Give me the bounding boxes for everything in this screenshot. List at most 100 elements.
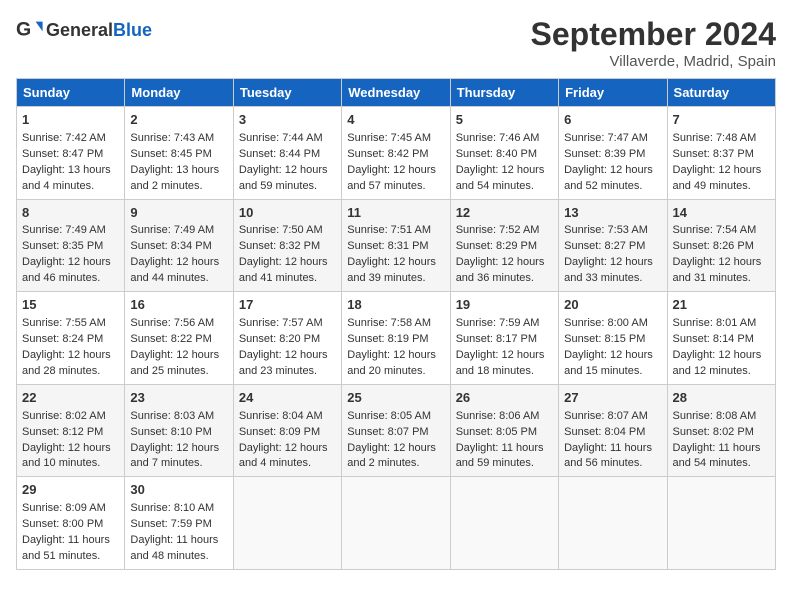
daylight: Daylight: 12 hours and 12 minutes. [673,349,762,377]
sunset: Sunset: 8:35 PM [22,240,103,252]
daylight: Daylight: 12 hours and 41 minutes. [239,256,328,284]
sunset: Sunset: 8:07 PM [347,426,428,438]
sunset: Sunset: 8:45 PM [130,148,211,160]
sunset: Sunset: 8:32 PM [239,240,320,252]
daylight: Daylight: 12 hours and 18 minutes. [456,349,545,377]
sunrise: Sunrise: 7:52 AM [456,224,540,236]
sunset: Sunset: 8:26 PM [673,240,754,252]
calendar-cell: 30 Sunrise: 8:10 AM Sunset: 7:59 PM Dayl… [125,477,233,570]
calendar-cell: 13 Sunrise: 7:53 AM Sunset: 8:27 PM Dayl… [559,199,667,292]
day-number: 25 [347,389,444,408]
day-number: 8 [22,204,119,223]
daylight: Daylight: 12 hours and 57 minutes. [347,164,436,192]
daylight: Daylight: 11 hours and 56 minutes. [564,442,652,470]
calendar-cell: 15 Sunrise: 7:55 AM Sunset: 8:24 PM Dayl… [17,292,125,385]
daylight: Daylight: 12 hours and 23 minutes. [239,349,328,377]
page-header: G GeneralBlue September 2024 Villaverde,… [16,16,776,70]
sunset: Sunset: 8:22 PM [130,333,211,345]
sunset: Sunset: 8:17 PM [456,333,537,345]
daylight: Daylight: 12 hours and 33 minutes. [564,256,653,284]
calendar-cell [559,477,667,570]
daylight: Daylight: 11 hours and 48 minutes. [130,534,218,562]
daylight: Daylight: 12 hours and 10 minutes. [22,442,111,470]
calendar-week-3: 15 Sunrise: 7:55 AM Sunset: 8:24 PM Dayl… [17,292,776,385]
day-number: 24 [239,389,336,408]
day-number: 11 [347,204,444,223]
daylight: Daylight: 12 hours and 39 minutes. [347,256,436,284]
daylight: Daylight: 12 hours and 7 minutes. [130,442,219,470]
sunrise: Sunrise: 8:06 AM [456,410,540,422]
calendar-cell: 17 Sunrise: 7:57 AM Sunset: 8:20 PM Dayl… [233,292,341,385]
calendar-cell: 19 Sunrise: 7:59 AM Sunset: 8:17 PM Dayl… [450,292,558,385]
calendar-cell: 7 Sunrise: 7:48 AM Sunset: 8:37 PM Dayli… [667,107,775,200]
col-header-monday: Monday [125,79,233,107]
calendar-cell: 10 Sunrise: 7:50 AM Sunset: 8:32 PM Dayl… [233,199,341,292]
day-number: 28 [673,389,770,408]
calendar-cell: 18 Sunrise: 7:58 AM Sunset: 8:19 PM Dayl… [342,292,450,385]
day-number: 10 [239,204,336,223]
calendar-cell: 3 Sunrise: 7:44 AM Sunset: 8:44 PM Dayli… [233,107,341,200]
calendar-cell: 9 Sunrise: 7:49 AM Sunset: 8:34 PM Dayli… [125,199,233,292]
sunset: Sunset: 7:59 PM [130,518,211,530]
day-number: 1 [22,111,119,130]
daylight: Daylight: 12 hours and 20 minutes. [347,349,436,377]
col-header-wednesday: Wednesday [342,79,450,107]
day-number: 12 [456,204,553,223]
calendar-cell: 8 Sunrise: 7:49 AM Sunset: 8:35 PM Dayli… [17,199,125,292]
sunrise: Sunrise: 8:09 AM [22,502,106,514]
day-number: 13 [564,204,661,223]
sunrise: Sunrise: 8:07 AM [564,410,648,422]
daylight: Daylight: 12 hours and 54 minutes. [456,164,545,192]
calendar-cell: 2 Sunrise: 7:43 AM Sunset: 8:45 PM Dayli… [125,107,233,200]
calendar-cell [450,477,558,570]
daylight: Daylight: 13 hours and 4 minutes. [22,164,111,192]
sunrise: Sunrise: 8:05 AM [347,410,431,422]
sunrise: Sunrise: 7:56 AM [130,317,214,329]
sunrise: Sunrise: 7:53 AM [564,224,648,236]
sunrise: Sunrise: 8:01 AM [673,317,757,329]
sunrise: Sunrise: 8:02 AM [22,410,106,422]
day-number: 9 [130,204,227,223]
calendar-cell: 16 Sunrise: 7:56 AM Sunset: 8:22 PM Dayl… [125,292,233,385]
calendar-cell [667,477,775,570]
daylight: Daylight: 11 hours and 51 minutes. [22,534,110,562]
day-number: 18 [347,296,444,315]
title-block: September 2024 Villaverde, Madrid, Spain [531,16,776,70]
calendar-cell: 6 Sunrise: 7:47 AM Sunset: 8:39 PM Dayli… [559,107,667,200]
day-number: 22 [22,389,119,408]
calendar-cell: 4 Sunrise: 7:45 AM Sunset: 8:42 PM Dayli… [342,107,450,200]
calendar-cell: 28 Sunrise: 8:08 AM Sunset: 8:02 PM Dayl… [667,384,775,477]
calendar-cell: 29 Sunrise: 8:09 AM Sunset: 8:00 PM Dayl… [17,477,125,570]
sunset: Sunset: 8:44 PM [239,148,320,160]
sunrise: Sunrise: 7:42 AM [22,132,106,144]
location: Villaverde, Madrid, Spain [531,53,776,70]
logo-icon: G [16,16,44,44]
calendar-cell: 22 Sunrise: 8:02 AM Sunset: 8:12 PM Dayl… [17,384,125,477]
calendar-cell: 26 Sunrise: 8:06 AM Sunset: 8:05 PM Dayl… [450,384,558,477]
sunset: Sunset: 8:12 PM [22,426,103,438]
sunset: Sunset: 8:04 PM [564,426,645,438]
sunset: Sunset: 8:15 PM [564,333,645,345]
sunset: Sunset: 8:05 PM [456,426,537,438]
calendar-cell: 12 Sunrise: 7:52 AM Sunset: 8:29 PM Dayl… [450,199,558,292]
logo-blue: Blue [113,20,152,41]
calendar-cell: 24 Sunrise: 8:04 AM Sunset: 8:09 PM Dayl… [233,384,341,477]
sunrise: Sunrise: 7:49 AM [22,224,106,236]
daylight: Daylight: 12 hours and 25 minutes. [130,349,219,377]
daylight: Daylight: 13 hours and 2 minutes. [130,164,219,192]
sunset: Sunset: 8:27 PM [564,240,645,252]
daylight: Daylight: 12 hours and 49 minutes. [673,164,762,192]
daylight: Daylight: 12 hours and 15 minutes. [564,349,653,377]
logo-general: General [46,20,113,41]
daylight: Daylight: 12 hours and 36 minutes. [456,256,545,284]
sunset: Sunset: 8:02 PM [673,426,754,438]
calendar-cell [342,477,450,570]
sunrise: Sunrise: 7:58 AM [347,317,431,329]
calendar-cell: 11 Sunrise: 7:51 AM Sunset: 8:31 PM Dayl… [342,199,450,292]
month-title: September 2024 [531,16,776,53]
day-number: 17 [239,296,336,315]
sunrise: Sunrise: 7:47 AM [564,132,648,144]
sunrise: Sunrise: 8:03 AM [130,410,214,422]
day-number: 6 [564,111,661,130]
day-number: 14 [673,204,770,223]
